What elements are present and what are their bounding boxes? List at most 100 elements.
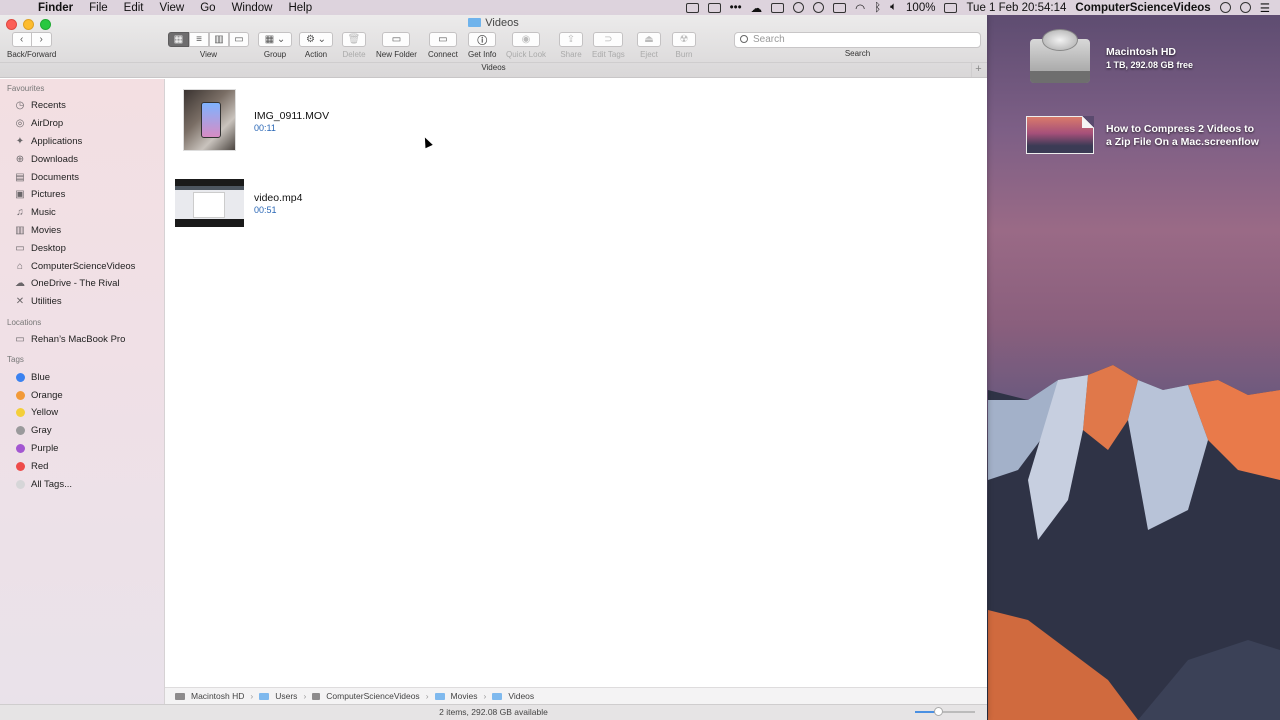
cloud-menu-icon[interactable]: ☁	[751, 1, 763, 15]
sidebar-item-label: Documents	[31, 171, 80, 183]
notification-center-icon[interactable]: ☰	[1260, 1, 1270, 15]
user-name[interactable]: ComputerScienceVideos	[1075, 2, 1210, 14]
trash-icon[interactable]: 🗑︎	[342, 32, 366, 47]
tag-dot-icon	[16, 390, 25, 400]
screen-record-icon[interactable]	[707, 2, 721, 13]
get-info-label: Get Info	[468, 50, 497, 59]
volume-icon[interactable]: 🔈︎	[890, 1, 897, 14]
get-info-group: ⓘ Get Info	[468, 32, 496, 59]
group-button[interactable]: ▦ ⌄	[258, 32, 292, 47]
tag-icon[interactable]: ⊃	[593, 32, 624, 47]
video-thumbnail[interactable]	[183, 89, 236, 151]
screenflow-file-icon[interactable]	[1026, 116, 1094, 154]
file-name[interactable]: IMG_0911.MOV	[254, 110, 329, 122]
search-input[interactable]: Search	[734, 32, 981, 48]
chevron-right-icon: ›	[250, 691, 254, 701]
spotlight-icon[interactable]	[1219, 2, 1231, 13]
path-item[interactable]: Macintosh HD	[191, 691, 244, 701]
sidebar-item-desktop[interactable]: ▭ Desktop	[0, 239, 164, 257]
accessibility-icon[interactable]	[793, 2, 805, 13]
eye-icon[interactable]: ◉	[512, 32, 541, 47]
notes-icon[interactable]	[771, 2, 785, 13]
tags-header: Tags	[7, 355, 24, 365]
burn-icon[interactable]: ☢	[672, 32, 696, 47]
sidebar-item-onedrive[interactable]: ☁ OneDrive - The Rival	[0, 275, 164, 293]
sidebar-tag-purple[interactable]: Purple	[0, 440, 164, 458]
macintosh-hd-desktop-icon[interactable]	[1028, 25, 1092, 85]
back-button[interactable]: ‹	[11, 32, 32, 47]
clock[interactable]: Tue 1 Feb 20:54:14	[966, 2, 1066, 14]
share-icon[interactable]: ⇪	[559, 32, 583, 47]
sidebar-item-documents[interactable]: ▤ Documents	[0, 168, 164, 186]
new-folder-group: ▭ New Folder	[376, 32, 417, 59]
sidebar-item-movies[interactable]: ▥ Movies	[0, 222, 164, 240]
icon-view-button[interactable]: ▦	[168, 32, 189, 47]
group-group: ▦ ⌄ Group	[258, 32, 292, 59]
sidebar-tag-yellow[interactable]: Yellow	[0, 404, 164, 422]
file-duration: 00:51	[254, 205, 277, 215]
folder-icon	[492, 692, 503, 700]
eject-icon[interactable]: ⏏︎	[637, 32, 661, 47]
sidebar-item-pictures[interactable]: ▣ Pictures	[0, 186, 164, 204]
sidebar-item-music[interactable]: ♫ Music	[0, 204, 164, 222]
add-tab-button[interactable]: +	[971, 62, 985, 77]
view-group: ▦ ≡ ▥ ▭ View	[168, 32, 249, 59]
tab-title[interactable]: Videos	[0, 63, 987, 72]
path-item[interactable]: Users	[275, 691, 297, 701]
icon-size-slider[interactable]	[915, 707, 975, 716]
gallery-view-button[interactable]: ▭	[229, 32, 249, 47]
siri-icon[interactable]	[1239, 2, 1251, 13]
sidebar-item-label: Rehan’s MacBook Pro	[31, 333, 126, 345]
sidebar-item-airdrop[interactable]: ◎ AirDrop	[0, 115, 164, 133]
battery-icon[interactable]	[944, 2, 958, 13]
new-folder-icon[interactable]: ▭	[382, 32, 411, 47]
wifi-icon[interactable]: ◠	[855, 1, 865, 15]
time-machine-icon[interactable]	[813, 2, 825, 13]
sidebar-tag-gray[interactable]: Gray	[0, 422, 164, 440]
screenflow-file-label[interactable]: How to Compress 2 Videos to a Zip File O…	[1106, 123, 1259, 149]
sidebar-item-applications[interactable]: ✦ Applications	[0, 133, 164, 151]
sidebar-tag-orange[interactable]: Orange	[0, 386, 164, 404]
battery-percent[interactable]: 100%	[906, 2, 935, 14]
tools-icon: ✕	[15, 296, 25, 308]
forward-button[interactable]: ›	[31, 32, 52, 47]
menu-edit[interactable]: Edit	[116, 2, 152, 14]
bluetooth-icon[interactable]: ᛒ	[874, 2, 881, 14]
menu-file[interactable]: File	[81, 2, 116, 14]
video-thumbnail[interactable]	[175, 179, 244, 227]
sidebar-item-label: Pictures	[31, 189, 66, 201]
path-item[interactable]: Videos	[508, 691, 534, 701]
airplay-icon[interactable]	[833, 2, 847, 13]
action-button[interactable]: ⚙ ⌄	[299, 32, 333, 47]
menu-go[interactable]: Go	[192, 2, 223, 14]
group-label: Group	[263, 50, 287, 59]
menu-finder[interactable]: Finder	[30, 2, 81, 14]
menu-help[interactable]: Help	[280, 2, 320, 14]
path-item[interactable]: ComputerScienceVideos	[326, 691, 419, 701]
info-icon[interactable]: ⓘ	[468, 32, 497, 47]
desktop-wallpaper-mountain	[988, 365, 1280, 720]
quick-look-label: Quick Look	[506, 50, 547, 59]
menu-window[interactable]: Window	[224, 2, 281, 14]
column-view-button[interactable]: ▥	[209, 32, 229, 47]
connect-icon[interactable]: ▭	[428, 32, 457, 47]
sidebar-item-utilities[interactable]: ✕ Utilities	[0, 293, 164, 311]
list-view-button[interactable]: ≡	[189, 32, 209, 47]
sidebar-item-label: Applications	[31, 135, 83, 147]
tag-dot-icon	[16, 408, 25, 418]
status-app-icon[interactable]	[685, 2, 699, 13]
sidebar-item-label: Red	[31, 460, 49, 472]
path-item[interactable]: Movies	[451, 691, 478, 701]
sidebar-item-label: Orange	[31, 389, 63, 401]
file-name[interactable]: video.mp4	[254, 192, 302, 204]
sidebar-all-tags[interactable]: All Tags...	[0, 475, 164, 493]
macintosh-hd-label[interactable]: Macintosh HD 1 TB, 292.08 GB free	[1106, 46, 1193, 72]
sidebar-item-downloads[interactable]: ⊕ Downloads	[0, 150, 164, 168]
dots-icon[interactable]: •••	[730, 2, 742, 14]
sidebar-item-recents[interactable]: ◷ Recents	[0, 97, 164, 115]
sidebar-tag-red[interactable]: Red	[0, 457, 164, 475]
sidebar-item-home[interactable]: ⌂ ComputerScienceVideos	[0, 257, 164, 275]
sidebar-tag-blue[interactable]: Blue	[0, 368, 164, 386]
sidebar-item-macbook[interactable]: ▭ Rehan’s MacBook Pro	[0, 331, 164, 349]
menu-view[interactable]: View	[152, 2, 193, 14]
